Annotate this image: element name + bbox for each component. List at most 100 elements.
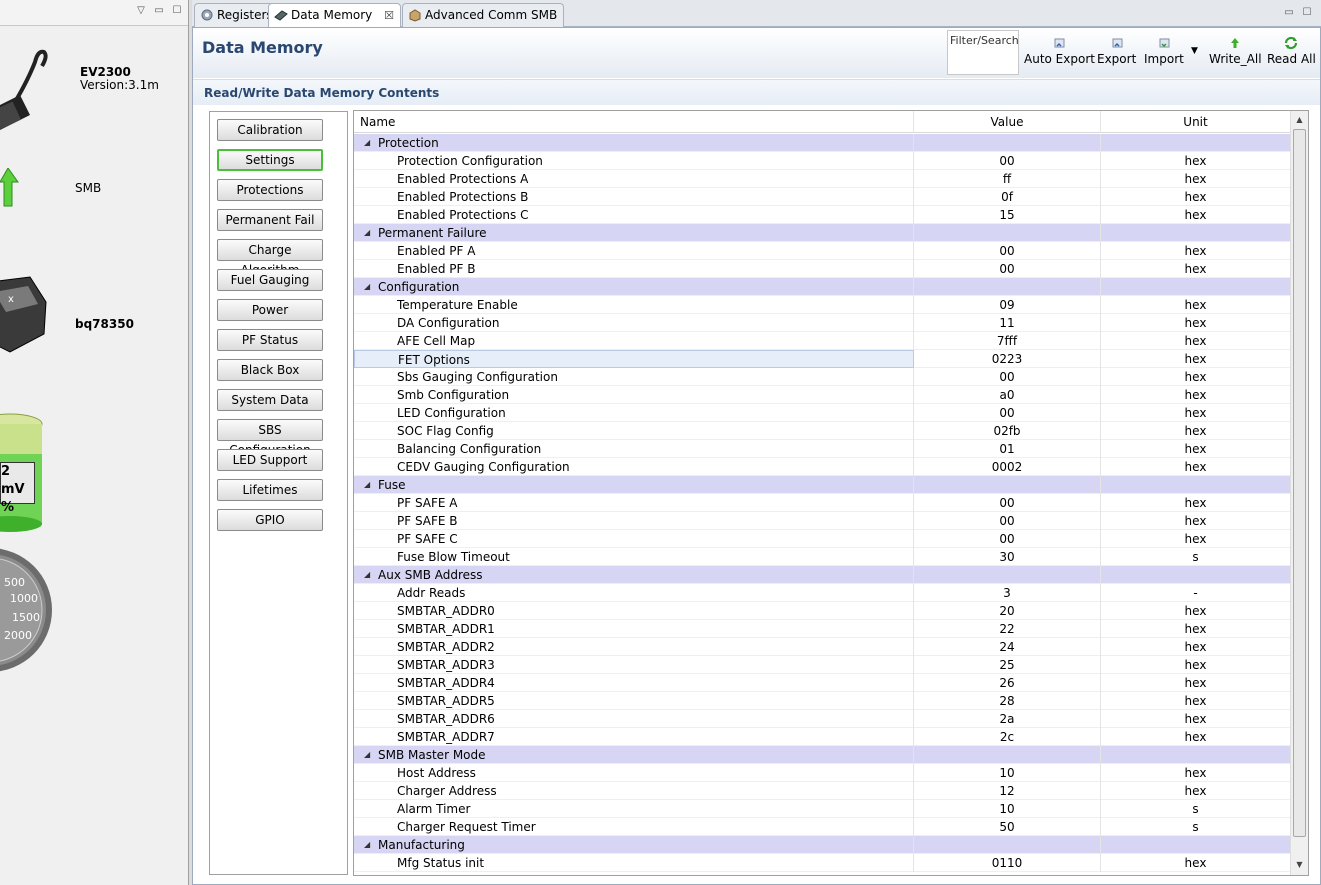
table-row[interactable]: DA Configuration 11 hex bbox=[354, 314, 1290, 332]
table-row[interactable]: Enabled Protections C 15 hex bbox=[354, 206, 1290, 224]
category-button-gpio[interactable]: GPIO bbox=[217, 509, 323, 531]
table-row[interactable]: PF SAFE A 00 hex bbox=[354, 494, 1290, 512]
table-row[interactable]: Charger Address 12 hex bbox=[354, 782, 1290, 800]
import-dropdown-icon[interactable]: ▼ bbox=[1191, 46, 1198, 56]
table-row[interactable]: Balancing Configuration 01 hex bbox=[354, 440, 1290, 458]
row-value[interactable]: 00 bbox=[914, 152, 1101, 170]
row-value[interactable]: 00 bbox=[914, 260, 1101, 278]
row-value[interactable]: 2a bbox=[914, 710, 1101, 728]
table-row[interactable]: SMBTAR_ADDR5 28 hex bbox=[354, 692, 1290, 710]
table-row[interactable]: LED Configuration 00 hex bbox=[354, 404, 1290, 422]
row-value[interactable]: 00 bbox=[914, 404, 1101, 422]
row-value[interactable]: 0002 bbox=[914, 458, 1101, 476]
tab-data-memory[interactable]: Data Memory ☒ bbox=[268, 3, 401, 27]
row-value[interactable]: 10 bbox=[914, 764, 1101, 782]
row-value[interactable]: ff bbox=[914, 170, 1101, 188]
table-row[interactable]: Host Address 10 hex bbox=[354, 764, 1290, 782]
category-button-charge-algorithm[interactable]: Charge Algorithm bbox=[217, 239, 323, 277]
row-value[interactable]: 00 bbox=[914, 494, 1101, 512]
import-button[interactable]: Import bbox=[1144, 36, 1184, 66]
row-value[interactable]: 00 bbox=[914, 242, 1101, 260]
table-row[interactable]: Fuse Blow Timeout 30 s bbox=[354, 548, 1290, 566]
category-button-led-support[interactable]: LED Support bbox=[217, 449, 323, 471]
row-value[interactable]: 22 bbox=[914, 620, 1101, 638]
row-value[interactable]: 50 bbox=[914, 818, 1101, 836]
column-header-unit[interactable]: Unit bbox=[1101, 111, 1290, 133]
row-value[interactable]: 09 bbox=[914, 296, 1101, 314]
group-row[interactable]: ◢ Configuration bbox=[354, 278, 1290, 296]
row-value[interactable]: 01 bbox=[914, 440, 1101, 458]
row-value[interactable]: 00 bbox=[914, 368, 1101, 386]
column-header-name[interactable]: Name bbox=[354, 111, 914, 133]
scrollbar-thumb[interactable] bbox=[1293, 129, 1306, 837]
view-menu-icon[interactable]: ▽ bbox=[134, 4, 148, 18]
table-row[interactable]: SMBTAR_ADDR4 26 hex bbox=[354, 674, 1290, 692]
minimize-icon[interactable]: ▭ bbox=[152, 4, 166, 18]
table-row[interactable]: CEDV Gauging Configuration 0002 hex bbox=[354, 458, 1290, 476]
row-value[interactable]: 0223 bbox=[914, 350, 1101, 368]
table-row[interactable]: PF SAFE B 00 hex bbox=[354, 512, 1290, 530]
row-value[interactable]: 11 bbox=[914, 314, 1101, 332]
row-value[interactable]: 7fff bbox=[914, 332, 1101, 350]
category-button-lifetimes[interactable]: Lifetimes bbox=[217, 479, 323, 501]
table-row[interactable]: Addr Reads 3 - bbox=[354, 584, 1290, 602]
table-row[interactable]: Alarm Timer 10 s bbox=[354, 800, 1290, 818]
maximize-icon[interactable]: ☐ bbox=[170, 4, 184, 18]
table-row[interactable]: PF SAFE C 00 hex bbox=[354, 530, 1290, 548]
group-row[interactable]: ◢ Fuse bbox=[354, 476, 1290, 494]
table-row[interactable]: Enabled Protections B 0f hex bbox=[354, 188, 1290, 206]
export-button[interactable]: Export bbox=[1097, 36, 1136, 66]
row-value[interactable]: a0 bbox=[914, 386, 1101, 404]
table-row[interactable]: Temperature Enable 09 hex bbox=[354, 296, 1290, 314]
table-row[interactable]: SOC Flag Config 02fb hex bbox=[354, 422, 1290, 440]
row-value[interactable]: 3 bbox=[914, 584, 1101, 602]
table-row[interactable]: Charger Request Timer 50 s bbox=[354, 818, 1290, 836]
table-row[interactable]: SMBTAR_ADDR0 20 hex bbox=[354, 602, 1290, 620]
category-button-fuel-gauging[interactable]: Fuel Gauging bbox=[217, 269, 323, 291]
row-value[interactable]: 20 bbox=[914, 602, 1101, 620]
table-row[interactable]: SMBTAR_ADDR6 2a hex bbox=[354, 710, 1290, 728]
category-button-permanent-fail[interactable]: Permanent Fail bbox=[217, 209, 323, 231]
category-button-calibration[interactable]: Calibration bbox=[217, 119, 323, 141]
table-row[interactable]: SMBTAR_ADDR3 25 hex bbox=[354, 656, 1290, 674]
row-value[interactable]: 2c bbox=[914, 728, 1101, 746]
category-button-system-data[interactable]: System Data bbox=[217, 389, 323, 411]
tab-advanced-comm-smb[interactable]: Advanced Comm SMB bbox=[402, 3, 565, 27]
scroll-up-icon[interactable]: ▲ bbox=[1291, 112, 1308, 128]
row-value[interactable]: 25 bbox=[914, 656, 1101, 674]
maximize-editor-icon[interactable]: ☐ bbox=[1300, 6, 1314, 20]
category-button-sbs-configuration[interactable]: SBS Configuration bbox=[217, 419, 323, 457]
row-value[interactable]: 24 bbox=[914, 638, 1101, 656]
category-button-protections[interactable]: Protections bbox=[217, 179, 323, 201]
column-header-value[interactable]: Value bbox=[914, 111, 1101, 133]
row-value[interactable]: 15 bbox=[914, 206, 1101, 224]
table-row[interactable]: Enabled Protections Aff hex bbox=[354, 170, 1290, 188]
write-all-button[interactable]: Write_All bbox=[1209, 36, 1262, 66]
group-row[interactable]: ◢ SMB Master Mode bbox=[354, 746, 1290, 764]
group-row[interactable]: ◢ Manufacturing bbox=[354, 836, 1290, 854]
row-value[interactable]: 28 bbox=[914, 692, 1101, 710]
table-row[interactable]: Sbs Gauging Configuration 00 hex bbox=[354, 368, 1290, 386]
minimize-editor-icon[interactable]: ▭ bbox=[1282, 6, 1296, 20]
auto-export-button[interactable]: Auto Export bbox=[1024, 36, 1095, 66]
table-row[interactable]: AFE Cell Map 7fff hex bbox=[354, 332, 1290, 350]
filter-search-box[interactable]: Filter/Search bbox=[947, 30, 1019, 75]
row-value[interactable]: 12 bbox=[914, 782, 1101, 800]
row-value[interactable]: 00 bbox=[914, 512, 1101, 530]
row-value[interactable]: 0110 bbox=[914, 854, 1101, 872]
row-value[interactable]: 0f bbox=[914, 188, 1101, 206]
category-button-black-box[interactable]: Black Box bbox=[217, 359, 323, 381]
row-value[interactable]: 10 bbox=[914, 800, 1101, 818]
tab-registers[interactable]: Registers bbox=[194, 3, 280, 27]
table-row[interactable]: Enabled PF A 00 hex bbox=[354, 242, 1290, 260]
group-row[interactable]: ◢ Permanent Failure bbox=[354, 224, 1290, 242]
group-row[interactable]: ◢ Protection bbox=[354, 134, 1290, 152]
table-row[interactable]: SMBTAR_ADDR1 22 hex bbox=[354, 620, 1290, 638]
row-value[interactable]: 00 bbox=[914, 530, 1101, 548]
scroll-down-icon[interactable]: ▼ bbox=[1291, 857, 1308, 873]
row-value[interactable]: 30 bbox=[914, 548, 1101, 566]
table-row[interactable]: Smb Configuration a0 hex bbox=[354, 386, 1290, 404]
group-row[interactable]: ◢ Aux SMB Address bbox=[354, 566, 1290, 584]
category-button-pf-status[interactable]: PF Status bbox=[217, 329, 323, 351]
row-value[interactable]: 02fb bbox=[914, 422, 1101, 440]
